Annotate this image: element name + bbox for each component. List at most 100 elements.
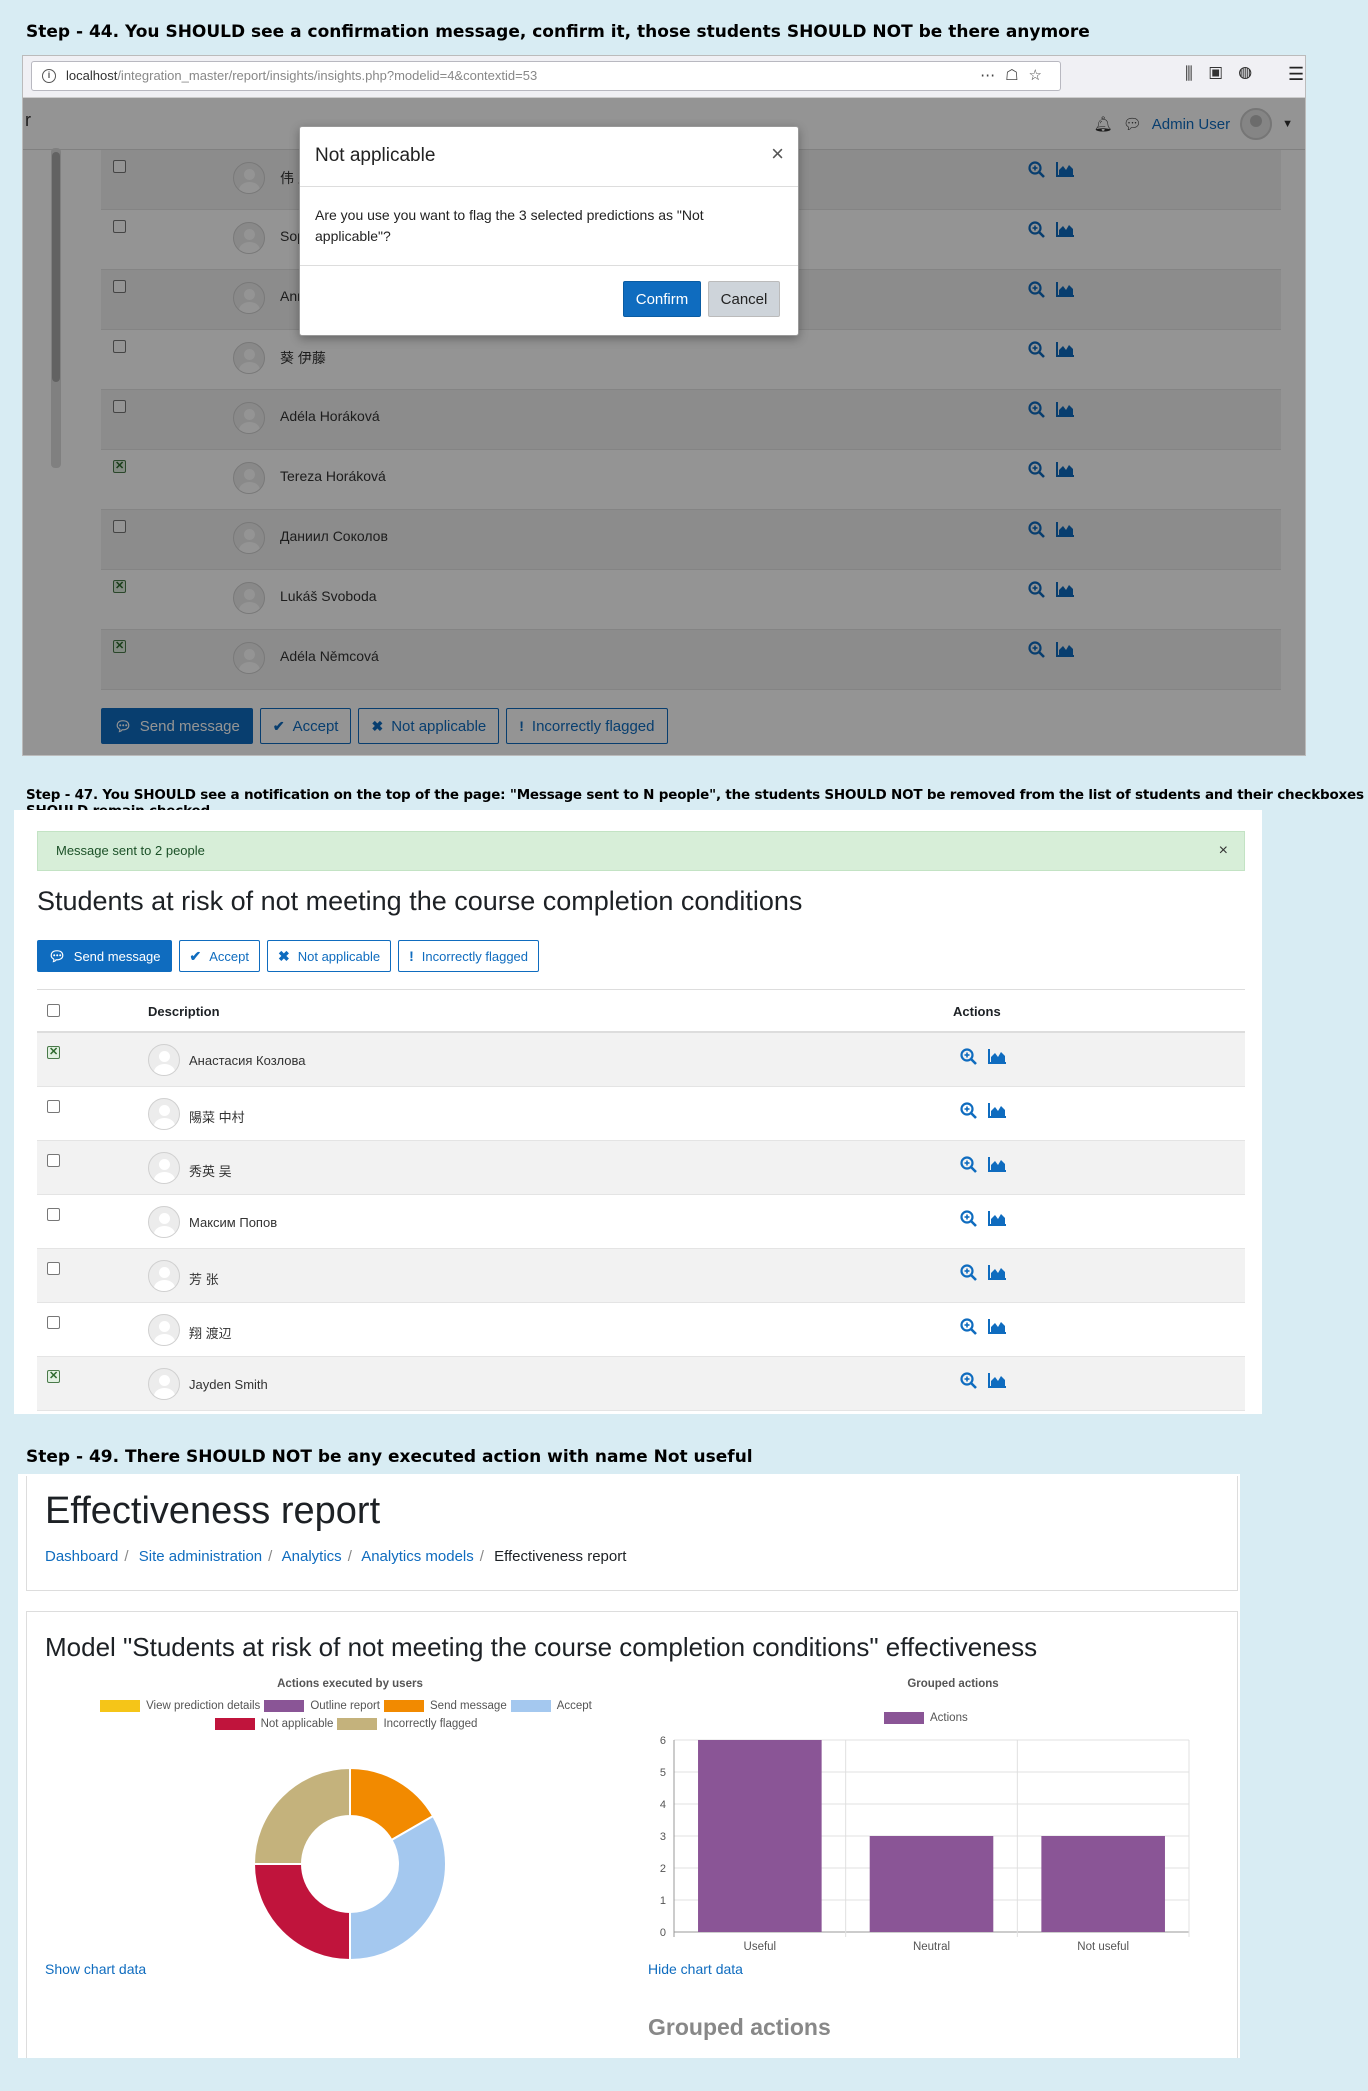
row-actions: [959, 1155, 1015, 1173]
hide-chart-data-link[interactable]: Hide chart data: [648, 1961, 743, 1977]
row-actions: [959, 1371, 1015, 1389]
bar-chart-title: Grouped actions: [907, 1678, 999, 1690]
dialog-title: Not applicable: [315, 145, 436, 166]
student-name[interactable]: 陽菜 中村: [189, 1107, 245, 1126]
table-row: Анастасия Козлова: [37, 1033, 1245, 1087]
row-checkbox[interactable]: [47, 1154, 60, 1167]
area-chart-icon[interactable]: [987, 1155, 1007, 1173]
legend-label: Accept: [556, 1700, 592, 1712]
area-chart-icon[interactable]: [987, 1101, 1007, 1119]
legend-item[interactable]: Not applicable: [214, 1718, 334, 1730]
legend-label: Not applicable: [260, 1718, 334, 1730]
row-actions: [959, 1209, 1015, 1227]
legend-item[interactable]: Send message: [384, 1700, 507, 1712]
donut-slice-not-applicable[interactable]: [252, 1863, 351, 1962]
area-chart-icon[interactable]: [987, 1371, 1007, 1389]
student-name[interactable]: 秀英 吴: [189, 1161, 232, 1180]
student-name[interactable]: 芳 张: [189, 1269, 219, 1288]
legend-item[interactable]: Actions: [884, 1712, 968, 1724]
send-message-button[interactable]: 💬︎ Send message: [37, 940, 172, 972]
select-all-checkbox[interactable]: [47, 1004, 60, 1017]
y-tick-label: 1: [660, 1895, 666, 1907]
cross-icon: ✖: [278, 947, 290, 964]
magnify-icon[interactable]: [959, 1047, 979, 1065]
url-host: localhost: [66, 68, 118, 83]
predictions-table: Description Actions Анастасия Козлова 陽菜 …: [37, 989, 1245, 1411]
cancel-button[interactable]: Cancel: [708, 281, 780, 317]
accept-button[interactable]: ✔ Accept: [178, 940, 260, 972]
breadcrumb-site-administration[interactable]: Site administration: [139, 1548, 262, 1565]
close-icon[interactable]: ×: [771, 141, 784, 167]
row-checkbox[interactable]: [47, 1208, 60, 1221]
student-name[interactable]: Анастасия Козлова: [189, 1053, 305, 1068]
bar-chart: 0 1 2 3 4 5 6 Useful Neutral Not useful: [660, 1735, 1190, 1953]
bar-not-useful[interactable]: [1041, 1836, 1165, 1932]
breadcrumb-analytics[interactable]: Analytics: [282, 1548, 342, 1565]
table-row: Jayden Smith: [37, 1357, 1245, 1411]
donut-slice-accept[interactable]: [349, 1814, 447, 1962]
legend-label: Actions: [930, 1712, 968, 1724]
legend-label: Outline report: [310, 1700, 380, 1712]
page-title: Students at risk of not meeting the cour…: [37, 886, 803, 916]
breadcrumb-current: Effectiveness report: [494, 1548, 627, 1565]
bar-chart-legend: Actions: [884, 1712, 972, 1730]
legend-item[interactable]: View prediction details: [100, 1700, 260, 1712]
row-actions: [959, 1047, 1015, 1065]
library-sidebar-icons[interactable]: ⫼▣◍: [1185, 64, 1268, 84]
row-checkbox[interactable]: [47, 1262, 60, 1275]
student-name[interactable]: Максим Попов: [189, 1215, 277, 1230]
url-bar[interactable]: i localhost/integration_master/report/in…: [31, 61, 1061, 91]
x-tick-label: Not useful: [1077, 1941, 1129, 1953]
row-checkbox[interactable]: [47, 1045, 60, 1059]
avatar: [148, 1260, 180, 1292]
magnify-icon[interactable]: [959, 1155, 979, 1173]
student-name[interactable]: Jayden Smith: [189, 1377, 268, 1392]
y-tick-label: 4: [660, 1799, 666, 1811]
area-chart-icon[interactable]: [987, 1209, 1007, 1227]
y-tick-label: 2: [660, 1863, 666, 1875]
magnify-icon[interactable]: [959, 1263, 979, 1281]
info-icon[interactable]: i: [42, 69, 56, 83]
magnify-icon[interactable]: [959, 1101, 979, 1119]
alert-message: Message sent to 2 people: [56, 843, 205, 858]
row-checkbox[interactable]: [47, 1369, 60, 1383]
screenshot-panel-message-sent: Message sent to 2 people × Students at r…: [14, 810, 1262, 1414]
donut-slice-incorrectly-flagged[interactable]: [252, 1766, 351, 1865]
not-applicable-button[interactable]: ✖ Not applicable: [267, 940, 392, 972]
area-chart-icon[interactable]: [987, 1263, 1007, 1281]
success-alert: Message sent to 2 people ×: [37, 831, 1245, 871]
bar-useful[interactable]: [698, 1740, 822, 1932]
screenshot-panel-confirmation: i localhost/integration_master/report/in…: [22, 55, 1306, 756]
url-action-icons[interactable]: ⋯☖☆: [980, 62, 1052, 90]
area-chart-icon[interactable]: [987, 1317, 1007, 1335]
show-chart-data-link[interactable]: Show chart data: [45, 1961, 146, 1977]
hamburger-menu-icon[interactable]: ☰: [1288, 64, 1304, 85]
legend-item[interactable]: Outline report: [264, 1700, 380, 1712]
y-tick-label: 6: [660, 1735, 666, 1747]
legend-item[interactable]: Accept: [510, 1700, 592, 1712]
bar-neutral[interactable]: [869, 1836, 994, 1932]
incorrectly-flagged-button[interactable]: ! Incorrectly flagged: [398, 940, 540, 972]
row-actions: [959, 1101, 1015, 1119]
row-checkbox[interactable]: [47, 1100, 60, 1113]
screenshot-panel-effectiveness: Effectiveness report Dashboard / Site adm…: [18, 1474, 1240, 2058]
magnify-icon[interactable]: [959, 1371, 979, 1389]
avatar: [148, 1152, 180, 1184]
student-name[interactable]: 翔 渡辺: [189, 1323, 232, 1342]
donut-chart: [252, 1766, 447, 1962]
row-checkbox[interactable]: [47, 1316, 60, 1329]
row-actions: [959, 1317, 1015, 1335]
breadcrumb-analytics-models[interactable]: Analytics models: [361, 1548, 474, 1565]
legend-item[interactable]: Incorrectly flagged: [337, 1718, 477, 1730]
confirm-dialog: Not applicable × Are you use you want to…: [299, 126, 799, 336]
magnify-icon[interactable]: [959, 1209, 979, 1227]
area-chart-icon[interactable]: [987, 1047, 1007, 1065]
x-tick-label: Neutral: [913, 1941, 950, 1953]
x-tick-label: Useful: [744, 1941, 777, 1953]
magnify-icon[interactable]: [959, 1317, 979, 1335]
table-header: Description Actions: [37, 989, 1245, 1033]
confirm-button[interactable]: Confirm: [623, 281, 701, 317]
bulk-actions: 💬︎ Send message ✔ Accept ✖ Not applicable !…: [37, 940, 540, 972]
close-icon[interactable]: ×: [1219, 832, 1228, 870]
breadcrumb-dashboard[interactable]: Dashboard: [45, 1548, 118, 1565]
